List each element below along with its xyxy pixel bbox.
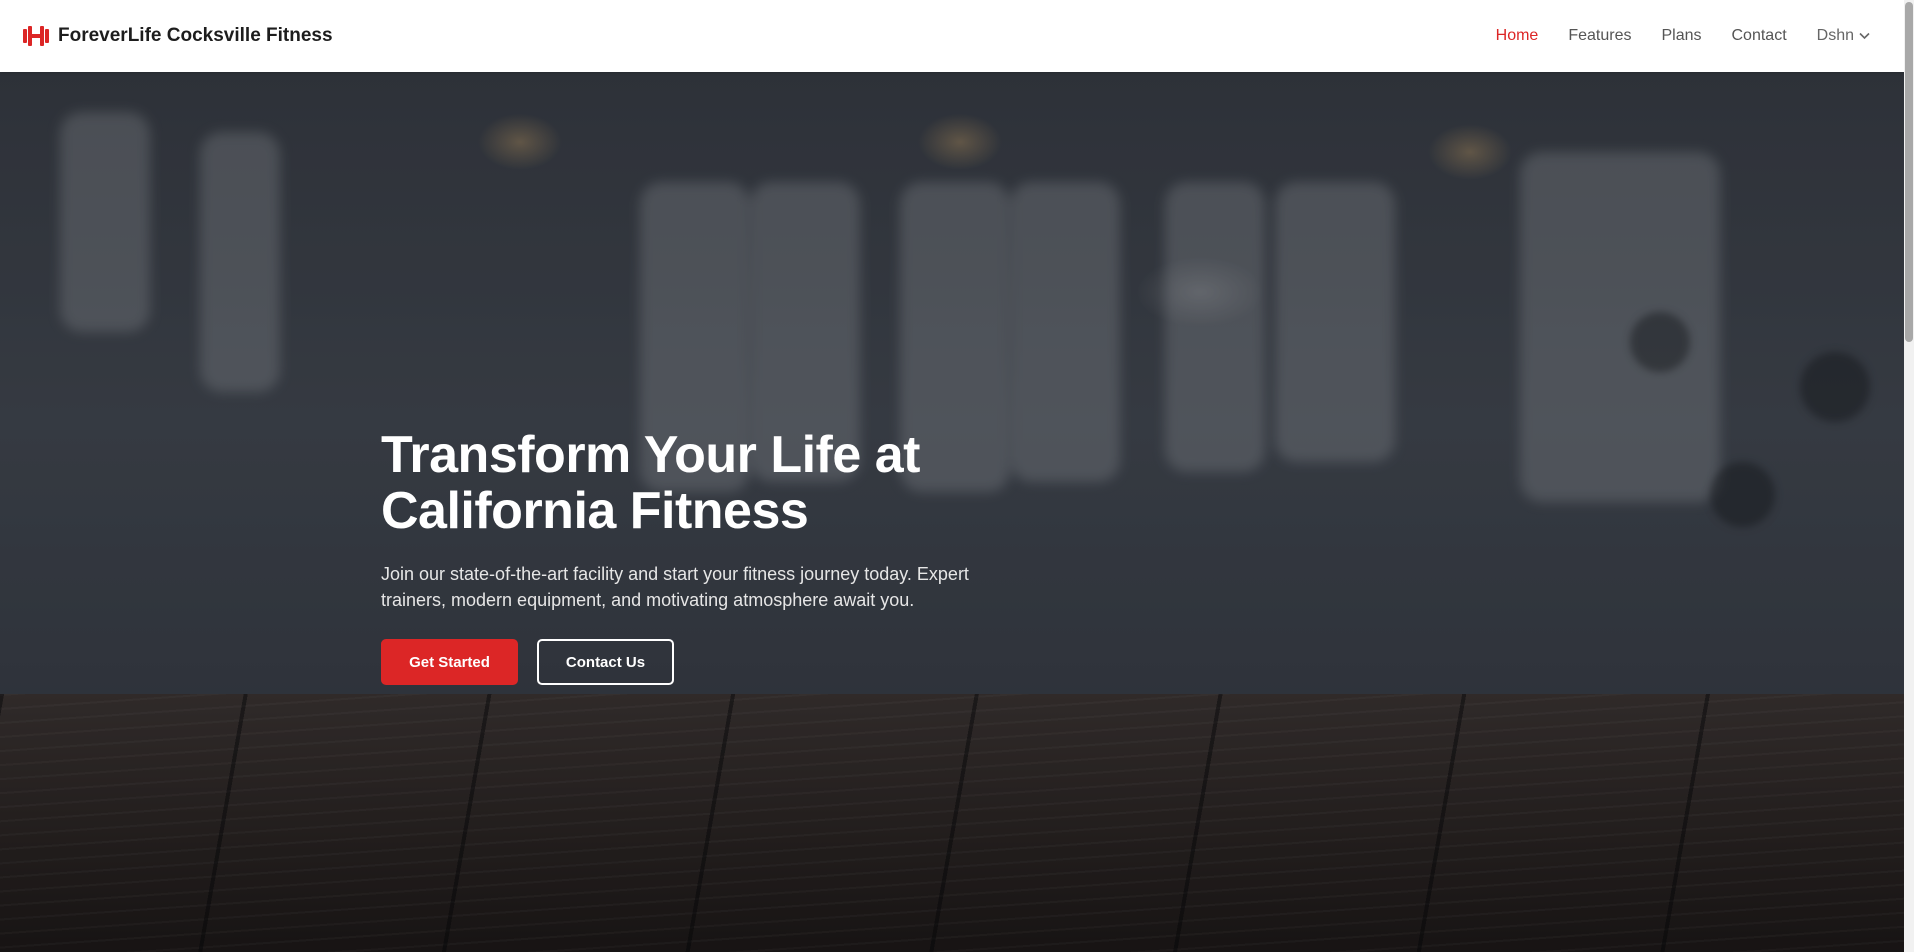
nav-links: Home Features Plans Contact Dshn — [1496, 27, 1882, 45]
user-name: Dshn — [1816, 27, 1854, 44]
brand[interactable]: ForeverLife Cocksville Fitness — [22, 25, 333, 47]
hero-title-line-1: Transform Your Life at — [381, 426, 920, 484]
brand-name: ForeverLife Cocksville Fitness — [58, 25, 333, 46]
get-started-button[interactable]: Get Started — [381, 639, 518, 685]
nav-link-plans[interactable]: Plans — [1661, 27, 1701, 45]
user-menu[interactable]: Dshn — [1817, 27, 1870, 45]
hero-title: Transform Your Life at California Fitnes… — [381, 427, 1081, 539]
page-scrollbar[interactable] — [1904, 0, 1914, 952]
dumbbell-icon — [22, 25, 50, 47]
hero-title-line-2: California Fitness — [381, 482, 809, 540]
hero-text-block: Transform Your Life at California Fitnes… — [381, 427, 1081, 685]
top-navbar: ForeverLife Cocksville Fitness Home Feat… — [0, 0, 1904, 72]
nav-link-features[interactable]: Features — [1568, 27, 1631, 45]
scrollbar-thumb[interactable] — [1905, 2, 1913, 342]
chevron-down-icon — [1859, 27, 1870, 45]
nav-link-home[interactable]: Home — [1496, 27, 1539, 45]
hero-buttons: Get Started Contact Us — [381, 639, 1081, 685]
nav-link-contact[interactable]: Contact — [1732, 27, 1787, 45]
hero-subtitle: Join our state-of-the-art facility and s… — [381, 564, 969, 610]
contact-us-button[interactable]: Contact Us — [537, 639, 674, 685]
